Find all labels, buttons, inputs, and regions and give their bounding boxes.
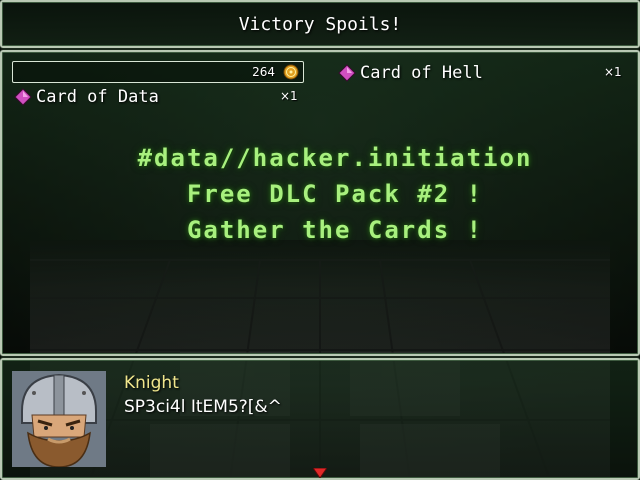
gold-value: 264 bbox=[252, 65, 275, 79]
window-title: Victory Spoils! bbox=[238, 14, 402, 35]
item-count: ×1 bbox=[280, 89, 298, 103]
pink-gem-icon bbox=[14, 88, 32, 106]
pink-gem-icon bbox=[338, 64, 356, 82]
speaker-name: Knight bbox=[124, 373, 179, 393]
list-item-card-of-hell[interactable]: Card of Hell bbox=[338, 61, 483, 85]
item-count: ×1 bbox=[604, 65, 622, 79]
knight-portrait bbox=[12, 371, 106, 467]
hacker-message-line-2: Free DLC Pack #2 ! bbox=[186, 180, 484, 208]
hacker-message-line-1: #data//hacker.initiation bbox=[137, 144, 533, 172]
hacker-message-line-3: Gather the Cards ! bbox=[186, 216, 484, 244]
gold-display: 264 bbox=[12, 61, 304, 83]
item-name: Card of Data bbox=[36, 87, 159, 107]
dialogue-text: SP3ci4l ItEM5?[&^ bbox=[124, 397, 282, 417]
item-name: Card of Hell bbox=[360, 63, 483, 83]
list-item-card-of-data[interactable]: Card of Data bbox=[14, 85, 159, 109]
gold-coin-icon bbox=[283, 64, 299, 80]
continue-arrow-icon[interactable] bbox=[313, 468, 327, 478]
title-window: Victory Spoils! bbox=[0, 0, 640, 48]
